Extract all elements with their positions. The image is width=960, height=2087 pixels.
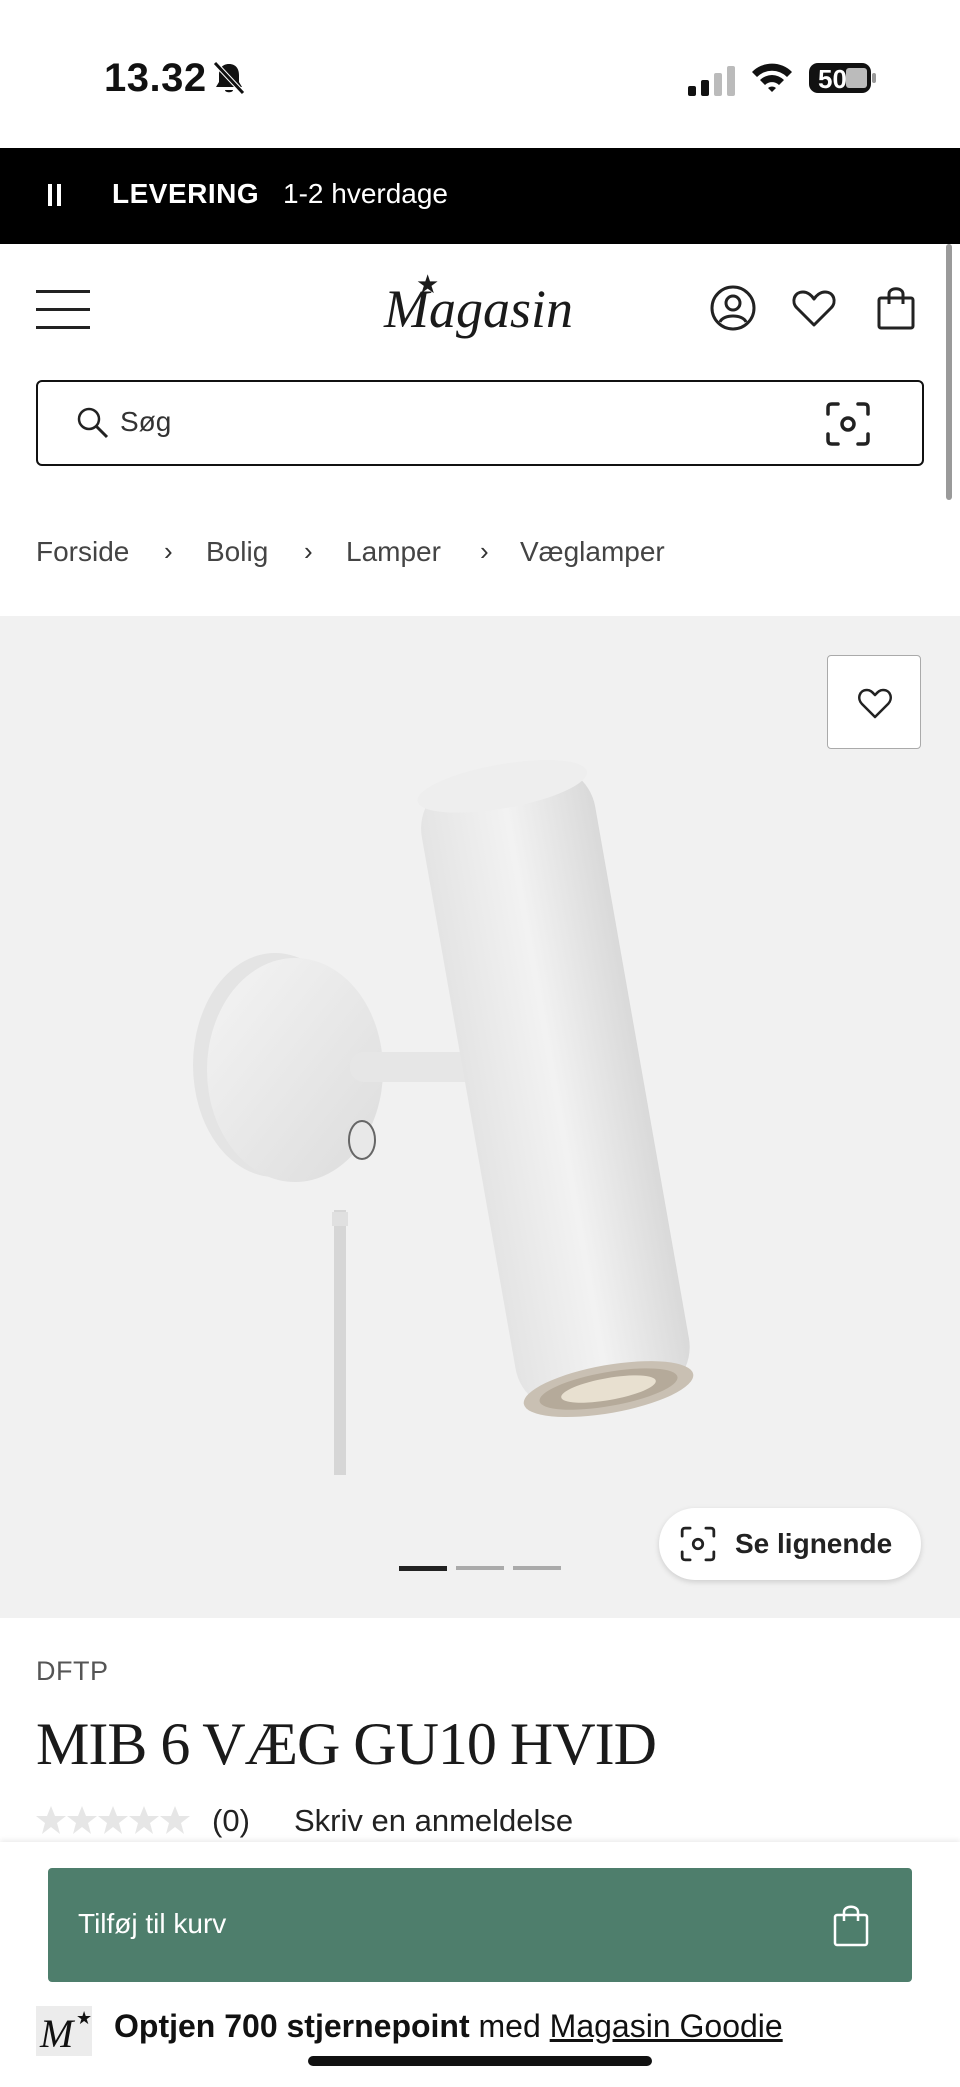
- see-similar-label: Se lignende: [735, 1528, 893, 1559]
- goodie-points-text: Optjen 700 stjernepoint med Magasin Good…: [114, 2008, 783, 2045]
- goodie-logo: M ★: [36, 2006, 92, 2056]
- see-similar-button[interactable]: Se lignende: [659, 1508, 921, 1580]
- logo-text: Magasin: [384, 279, 573, 339]
- breadcrumb-separator: ›: [480, 536, 489, 566]
- banner-value: 1-2 hverdage: [283, 178, 449, 209]
- pause-icon[interactable]: [48, 184, 62, 208]
- heart-icon: [858, 688, 892, 719]
- banner-label: LEVERING: [112, 178, 260, 209]
- breadcrumb-separator: ›: [164, 536, 173, 566]
- rating-stars-icon[interactable]: [36, 1804, 192, 1838]
- heart-icon[interactable]: [790, 284, 838, 332]
- delivery-banner: LEVERING 1-2 hverdage: [0, 148, 960, 244]
- breadcrumb-item[interactable]: Bolig: [206, 536, 268, 568]
- signal-icon: [688, 66, 735, 96]
- breadcrumb-item[interactable]: Væglamper: [520, 536, 665, 568]
- logo[interactable]: ★ Magasin: [384, 270, 580, 358]
- add-to-cart-button[interactable]: Tilføj til kurv: [48, 1868, 912, 1982]
- visual-search-icon: [680, 1526, 716, 1562]
- review-count[interactable]: (0): [212, 1803, 250, 1839]
- pagination-dot-active[interactable]: [399, 1566, 447, 1571]
- breadcrumb-item[interactable]: Forside: [36, 536, 129, 568]
- add-to-cart-label: Tilføj til kurv: [78, 1908, 227, 1939]
- visual-search-icon[interactable]: [824, 400, 872, 448]
- bag-icon[interactable]: [872, 284, 920, 332]
- wifi-icon: [752, 63, 792, 92]
- breadcrumb-item[interactable]: Lamper: [346, 536, 441, 568]
- menu-icon[interactable]: [36, 290, 90, 330]
- pagination-dot[interactable]: [456, 1566, 504, 1570]
- favorite-button[interactable]: [827, 655, 921, 749]
- battery-icon: 50: [808, 60, 878, 96]
- goodie-link[interactable]: Magasin Goodie: [550, 2008, 783, 2044]
- pagination-dot[interactable]: [513, 1566, 561, 1570]
- search-icon: [77, 407, 109, 439]
- gallery-pagination: [399, 1566, 561, 1572]
- search-input[interactable]: [120, 396, 800, 448]
- battery-level: 50: [818, 64, 847, 94]
- status-bar: 13.32 50: [0, 0, 960, 148]
- star-icon: ★: [76, 2008, 93, 2028]
- product-title: MIB 6 VÆG GU10 HVID: [36, 1711, 657, 1777]
- goodie-logo-text: M: [40, 2011, 74, 2056]
- scrollbar[interactable]: [946, 244, 952, 500]
- bell-slash-icon: [213, 61, 245, 95]
- home-indicator[interactable]: [308, 2056, 652, 2066]
- goodie-points: Optjen 700 stjernepoint: [114, 2008, 470, 2044]
- logo-star-icon: ★: [416, 270, 440, 299]
- write-review-link[interactable]: Skriv en anmeldelse: [294, 1803, 573, 1839]
- status-time: 13.32: [104, 56, 207, 100]
- product-brand[interactable]: DFTP: [36, 1656, 109, 1687]
- breadcrumb-separator: ›: [304, 536, 313, 566]
- search-bar[interactable]: [36, 380, 924, 466]
- goodie-middle: med: [469, 2008, 550, 2044]
- account-icon[interactable]: [709, 284, 757, 332]
- product-image[interactable]: [180, 740, 780, 1480]
- bag-icon: [833, 1905, 869, 1947]
